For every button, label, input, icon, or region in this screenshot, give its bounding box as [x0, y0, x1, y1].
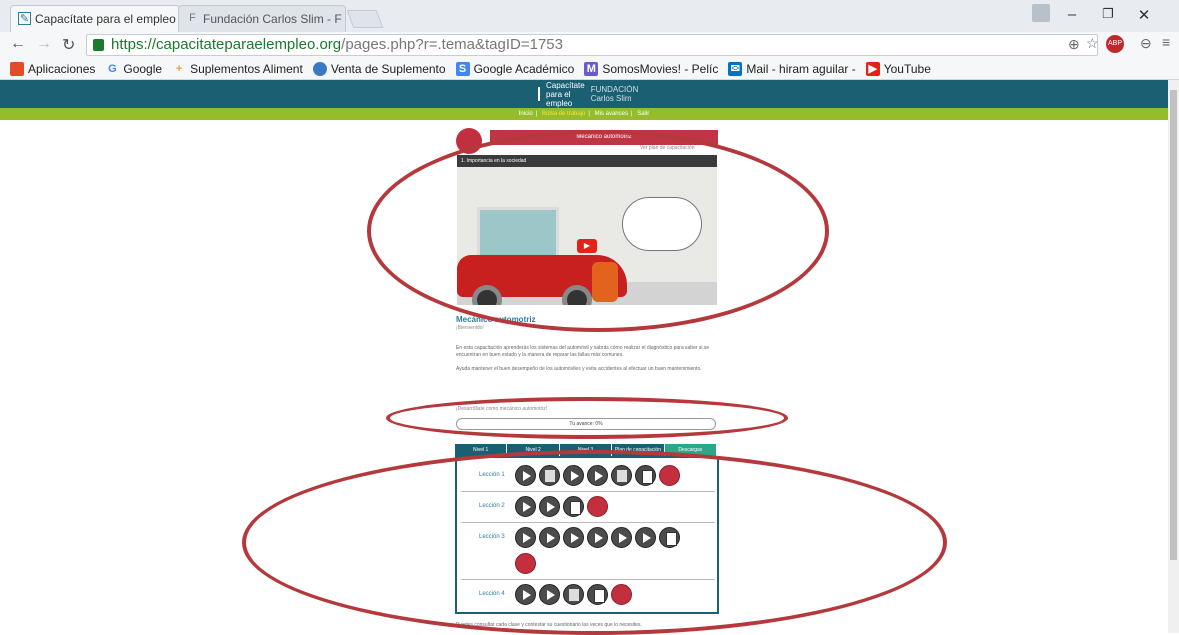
welcome-text: ¡Bienvenido!	[456, 325, 484, 331]
tab-fundacion[interactable]: F Fundación Carlos Slim - F ×	[178, 5, 346, 32]
url-host: https://capacitateparaelempleo.org	[111, 36, 342, 53]
lock-icon	[93, 39, 104, 51]
annotation-oval-lessons	[242, 450, 947, 635]
menu-icon[interactable]: ≡	[1162, 34, 1170, 50]
mail-icon: ✉	[728, 61, 743, 76]
scholar-icon: S	[455, 61, 470, 76]
intro-paragraph: En esta capacitación aprenderás los sist…	[456, 345, 710, 358]
annotation-oval-progress	[386, 397, 788, 439]
zoom-icon[interactable]: ⊕	[1068, 36, 1080, 53]
site-logo[interactable]: Capacítate para el empleo FUNDACIÓN Carl…	[538, 81, 638, 108]
site-nav: Inicio | Bolsa de trabajo | Mis avances | S…	[0, 108, 1168, 120]
bookmarks-bar: Aplicaciones G Google + Suplementos Alimen…	[0, 58, 1179, 80]
scrollbar-thumb[interactable]	[1170, 90, 1177, 560]
logo-icon	[538, 87, 540, 101]
reload-icon[interactable]: ↻	[62, 35, 75, 55]
profile-icon[interactable]	[1032, 4, 1050, 22]
restore-icon[interactable]: ❐	[1098, 6, 1118, 22]
address-bar[interactable]: https://capacitateparaelempleo.org/pages…	[86, 34, 1098, 56]
bookmark-google[interactable]: G Google	[105, 62, 162, 76]
adblock-icon[interactable]: ABP	[1106, 35, 1124, 53]
close-window-icon[interactable]: ✕	[1134, 6, 1154, 24]
bookmark-venta[interactable]: Venta de Suplemento	[312, 61, 446, 76]
close-tab-icon[interactable]: ×	[342, 12, 345, 26]
back-icon[interactable]: ←	[10, 35, 26, 53]
tab-title: Capacítate para el empleo	[35, 12, 176, 26]
nav-inicio[interactable]: Inicio	[519, 111, 533, 117]
minimize-icon[interactable]: –	[1062, 6, 1082, 23]
url-path: /pages.php?r=.tema&tagID=1753	[341, 36, 563, 53]
forward-icon[interactable]: →	[36, 35, 52, 53]
plus-icon: +	[175, 62, 183, 75]
bookmark-mail[interactable]: ✉ Mail - hiram aguilar -	[728, 61, 856, 76]
apps-icon	[10, 61, 24, 76]
globe-icon	[312, 61, 327, 76]
bookmark-somosmovies[interactable]: M SomosMovies! - Pelíc	[584, 61, 718, 76]
youtube-icon: ▶	[865, 61, 880, 76]
google-icon: G	[108, 62, 117, 75]
intro-paragraph-2: Ayuda mantener el buen desempeño de los …	[456, 366, 702, 372]
bookmark-suplementos[interactable]: + Suplementos Aliment	[172, 62, 303, 76]
bookmark-scholar[interactable]: S Google Académico	[455, 61, 574, 76]
tab-title: Fundación Carlos Slim - F	[203, 12, 342, 26]
bookmark-star-icon[interactable]: ☆	[1086, 35, 1099, 52]
browser-tab-bar: ✎ Capacítate para el empleo × F Fundació…	[0, 0, 1179, 32]
extension-icon[interactable]: ⊖	[1140, 35, 1152, 52]
annotation-oval-video	[367, 130, 829, 332]
nav-bolsa[interactable]: Bolsa de trabajo	[542, 111, 585, 117]
fundacion-favicon-icon: F	[189, 12, 196, 24]
new-tab-button[interactable]	[346, 10, 384, 28]
bookmark-youtube[interactable]: ▶ YouTube	[865, 61, 931, 76]
tab-capacitate[interactable]: ✎ Capacítate para el empleo ×	[10, 5, 180, 32]
movie-icon: M	[584, 61, 599, 76]
nav-salir[interactable]: Salir	[637, 111, 649, 117]
nav-avances[interactable]: Mis avances	[595, 111, 628, 117]
bookmark-aplicaciones[interactable]: Aplicaciones	[10, 61, 95, 76]
capacitate-favicon-icon: ✎	[18, 12, 31, 25]
site-header: Capacítate para el empleo FUNDACIÓN Carl…	[0, 80, 1168, 108]
toolbar: ← → ↻ https://capacitateparaelempleo.org…	[0, 32, 1179, 58]
